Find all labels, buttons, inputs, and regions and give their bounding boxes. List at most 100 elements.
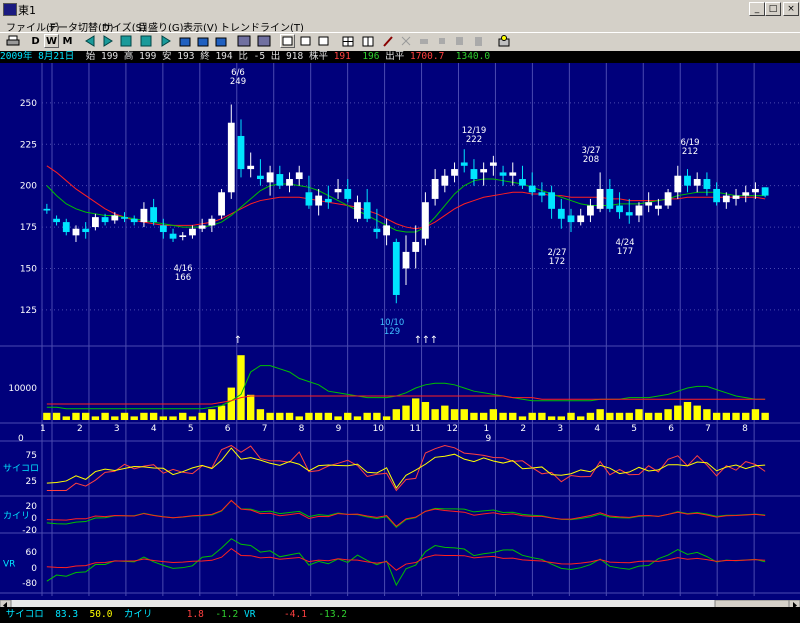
title-bar[interactable]: 東1 _ □ × bbox=[0, 0, 800, 18]
signal-arrow-icon: ↑ bbox=[234, 335, 242, 346]
month-label: 1 bbox=[40, 424, 46, 434]
volume-bar bbox=[101, 412, 109, 420]
arrow-left-icon[interactable] bbox=[82, 34, 97, 48]
volume-bar bbox=[761, 412, 769, 420]
stock-chart[interactable]: 1 2 3 4 5 6 7 8 9 10 11 12 1 2 3 4 5 6 7 80 9250225200175150… bbox=[0, 63, 800, 596]
chart-area[interactable]: 1 2 3 4 5 6 7 8 9 10 11 12 1 2 3 4 5 6 7 8 0 9 250 225 200 175 150… bbox=[0, 63, 800, 607]
panel-tick-label: 0 bbox=[31, 514, 37, 524]
candle-body bbox=[451, 169, 458, 176]
info-date: 2009年 8月21日 bbox=[0, 51, 75, 62]
help-icon[interactable] bbox=[496, 34, 511, 48]
candle-body bbox=[218, 192, 225, 216]
candle-body bbox=[82, 228, 90, 233]
candle-body bbox=[402, 251, 410, 269]
window-stack-icon[interactable] bbox=[214, 34, 229, 48]
volume-bar bbox=[615, 412, 624, 420]
info-open-label: 始 bbox=[85, 51, 96, 62]
chart-grid-icon[interactable] bbox=[256, 34, 271, 48]
print-icon[interactable] bbox=[5, 34, 20, 48]
minimize-button[interactable]: _ bbox=[749, 2, 765, 16]
info-high: 199 bbox=[139, 51, 157, 62]
month-label: 4 bbox=[594, 424, 600, 434]
close-button[interactable]: × bbox=[783, 2, 799, 16]
candle-body bbox=[227, 122, 235, 193]
eraser-icon bbox=[416, 34, 431, 48]
candle-body bbox=[499, 172, 507, 176]
candle-body bbox=[752, 188, 759, 193]
volume-bar bbox=[130, 416, 138, 420]
daily-button[interactable]: D bbox=[28, 34, 43, 48]
volume-bar bbox=[159, 416, 168, 420]
panel-name: カイリ bbox=[3, 511, 30, 522]
candle-body bbox=[43, 208, 51, 211]
layout-one-icon[interactable] bbox=[280, 34, 295, 48]
volume-bar bbox=[567, 412, 575, 420]
price-tick-label: 250 bbox=[20, 99, 37, 109]
volume-bar bbox=[266, 412, 274, 420]
volume-bar bbox=[285, 412, 294, 420]
grid-toggle-icon[interactable] bbox=[340, 34, 355, 48]
volume-bar bbox=[596, 409, 604, 420]
chart-window-icon[interactable] bbox=[236, 34, 251, 48]
arrow-right-icon[interactable] bbox=[100, 34, 115, 48]
first-page-icon[interactable] bbox=[118, 34, 133, 48]
volume-bar bbox=[518, 416, 527, 420]
status-psy-label: サイコロ bbox=[5, 609, 44, 620]
volume-bar bbox=[353, 416, 362, 420]
month-label: 1 bbox=[483, 424, 489, 434]
candle-body bbox=[91, 217, 99, 228]
month-label: 7 bbox=[262, 424, 268, 434]
volume-bar bbox=[528, 412, 536, 420]
layout-two-icon[interactable] bbox=[298, 34, 313, 48]
indicator-line-1 bbox=[46, 499, 766, 529]
candle-body bbox=[713, 188, 721, 203]
volume-bar bbox=[188, 416, 197, 420]
horizontal-scrollbar[interactable] bbox=[0, 596, 800, 612]
candle-body bbox=[150, 207, 158, 223]
panel-tick-label: -20 bbox=[22, 526, 37, 536]
month-label: 12 bbox=[446, 424, 457, 434]
volume-bar bbox=[509, 412, 517, 420]
candle-body bbox=[324, 198, 332, 203]
volume-bar bbox=[149, 412, 158, 420]
volume-bar bbox=[606, 412, 614, 420]
play-icon[interactable] bbox=[158, 34, 173, 48]
panel-tick-label: 75 bbox=[26, 451, 37, 461]
volume-bar bbox=[625, 412, 633, 420]
maximize-button[interactable]: □ bbox=[765, 2, 781, 16]
paste-icon bbox=[470, 34, 485, 48]
candle-body bbox=[159, 225, 167, 233]
volume-bar bbox=[363, 412, 371, 420]
monthly-button[interactable]: M bbox=[60, 34, 75, 48]
info-change-label: 比 bbox=[238, 51, 248, 62]
info-vol-avg-long: 1340.0 bbox=[455, 51, 491, 62]
info-open: 199 bbox=[100, 51, 119, 62]
application-window: 東1 _ □ × ファイル(F) データ切替(D) サイズ(S) 目盛り(G) … bbox=[0, 0, 800, 623]
month-label: 3 bbox=[557, 424, 563, 434]
month-label: 8 bbox=[299, 424, 305, 434]
last-page-icon[interactable] bbox=[138, 34, 153, 48]
candle-body bbox=[470, 169, 478, 180]
candle-body bbox=[480, 169, 488, 173]
candle-body bbox=[596, 188, 604, 209]
volume-bar bbox=[722, 412, 731, 420]
volume-bar bbox=[314, 412, 323, 420]
panel-tick-label: 60 bbox=[26, 548, 38, 558]
window-cascade-icon[interactable] bbox=[196, 34, 211, 48]
indicator-line-2 bbox=[46, 499, 766, 527]
grid-four-icon[interactable] bbox=[360, 34, 375, 48]
weekly-button[interactable]: W bbox=[44, 34, 59, 48]
candle-body bbox=[567, 215, 575, 223]
price-tick-label: 225 bbox=[20, 140, 37, 150]
candle-body bbox=[179, 235, 187, 237]
volume-bar bbox=[577, 416, 585, 420]
volume-bar bbox=[256, 409, 265, 420]
info-avg-label: 株平 bbox=[308, 51, 328, 62]
trendline-pen-icon[interactable] bbox=[380, 34, 395, 48]
info-volume: 918 bbox=[286, 51, 304, 62]
window-tile-icon[interactable] bbox=[178, 34, 193, 48]
info-high-label: 高 bbox=[123, 51, 134, 62]
candle-body bbox=[460, 162, 468, 166]
annotation-value: 249 bbox=[230, 77, 246, 87]
layout-three-icon[interactable] bbox=[316, 34, 331, 48]
